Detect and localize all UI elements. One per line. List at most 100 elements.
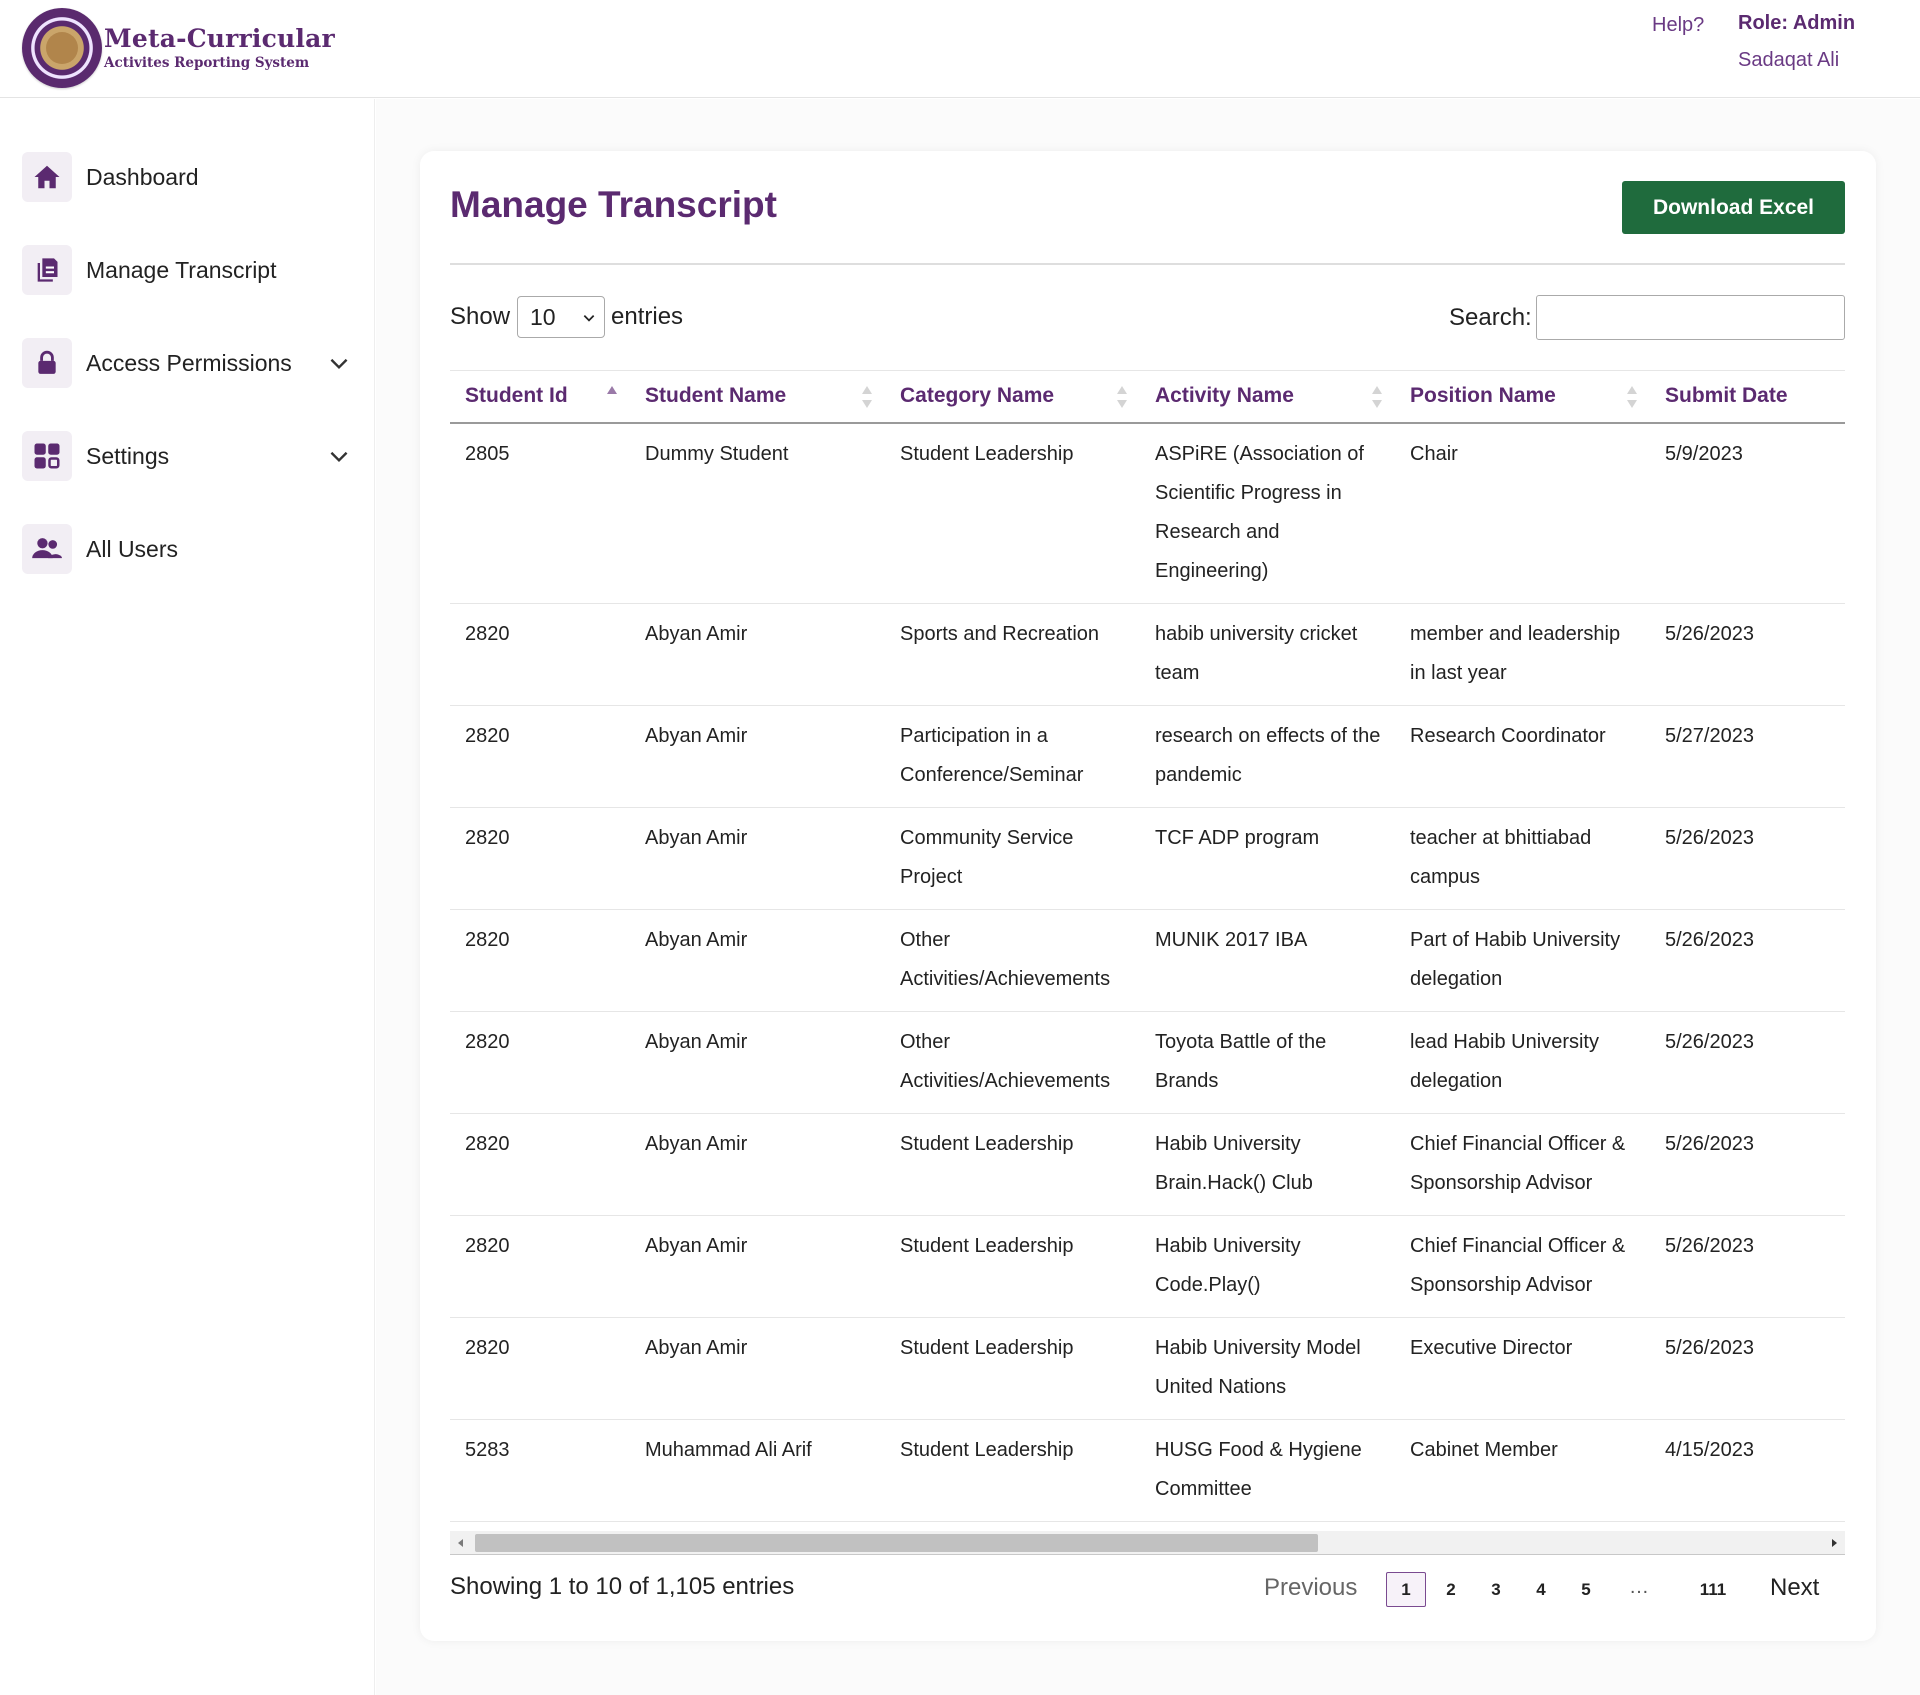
grid-icon — [22, 431, 72, 481]
category-name-cell: Other Activities/Achievements — [885, 909, 1140, 1012]
column-header-submit-date[interactable]: Submit Date — [1650, 370, 1845, 424]
column-header-category-name[interactable]: Category Name — [885, 370, 1140, 424]
student-id-cell: 2820 — [450, 705, 630, 808]
download-excel-button[interactable]: Download Excel — [1622, 181, 1845, 234]
activity-name-cell: habib university cricket team — [1140, 603, 1395, 706]
sidebar-item-manage-transcript[interactable]: Manage Transcript — [22, 244, 352, 296]
page-size-value: 10 — [530, 303, 556, 330]
student-name-cell: Abyan Amir — [630, 705, 885, 808]
table-row[interactable]: 2820 Abyan Amir Other Activities/Achieveme… — [450, 909, 1845, 1012]
position-name-cell: Executive Director — [1395, 1317, 1650, 1420]
submit-date-cell: 5/26/2023 — [1650, 807, 1845, 910]
scroll-left-icon[interactable] — [454, 1536, 468, 1550]
sidebar-item-label: Dashboard — [86, 163, 199, 190]
transcript-table-container: Student Id Student Name Category Name Ac… — [450, 370, 1845, 1524]
student-name-cell: Dummy Student — [630, 422, 885, 604]
document-icon — [22, 245, 72, 295]
sort-icon — [862, 386, 872, 408]
chevron-down-icon[interactable] — [326, 443, 352, 469]
search-label: Search: — [1449, 304, 1532, 331]
column-header-position-name[interactable]: Position Name — [1395, 370, 1650, 424]
submit-date-cell: 4/15/2023 — [1650, 1419, 1845, 1522]
student-name-cell: Abyan Amir — [630, 1215, 885, 1318]
pagination-page-1[interactable]: 1 — [1386, 1572, 1426, 1607]
sidebar-item-all-users[interactable]: All Users — [22, 523, 352, 575]
app-title: Meta-Curricular — [104, 24, 335, 53]
table-row[interactable]: 2805 Dummy Student Student Leadership ASPiR… — [450, 422, 1845, 604]
role-label: Role: Admin — [1738, 12, 1856, 34]
pagination-page-5[interactable]: 5 — [1566, 1572, 1606, 1607]
table-header-row: Student Id Student Name Category Name Ac… — [450, 370, 1845, 424]
position-name-cell: Chief Financial Officer & Sponsorship Ad… — [1395, 1113, 1650, 1216]
position-name-cell: member and leadership in last year — [1395, 603, 1650, 706]
category-name-cell: Student Leadership — [885, 1215, 1140, 1318]
activity-name-cell: HUSG Food & Hygiene Committee — [1140, 1419, 1395, 1522]
table-row[interactable]: 2820 Abyan Amir Student Leadership Habib Un… — [450, 1317, 1845, 1420]
student-id-cell: 2805 — [450, 422, 630, 604]
position-name-cell: Cabinet Member — [1395, 1419, 1650, 1522]
sidebar: Dashboard Manage Transcript Access Permi… — [0, 99, 375, 1695]
sort-icon — [607, 386, 617, 394]
student-name-cell: Abyan Amir — [630, 1317, 885, 1420]
table-row[interactable]: 2820 Abyan Amir Participation in a Confere… — [450, 705, 1845, 808]
student-id-cell: 2820 — [450, 1215, 630, 1318]
student-name-cell: Abyan Amir — [630, 1011, 885, 1114]
student-name-cell: Abyan Amir — [630, 603, 885, 706]
category-name-cell: Community Service Project — [885, 807, 1140, 910]
activity-name-cell: TCF ADP program — [1140, 807, 1395, 910]
activity-name-cell: MUNIK 2017 IBA — [1140, 909, 1395, 1012]
submit-date-cell: 5/26/2023 — [1650, 909, 1845, 1012]
pagination-page-3[interactable]: 3 — [1476, 1572, 1516, 1607]
brand-logo[interactable]: Meta-Curricular Activites Reporting Syst… — [22, 8, 335, 88]
pagination-page-last[interactable]: 111 — [1692, 1572, 1734, 1607]
category-name-cell: Student Leadership — [885, 1113, 1140, 1216]
column-header-student-name[interactable]: Student Name — [630, 370, 885, 424]
search-input[interactable] — [1536, 295, 1845, 340]
student-id-cell: 2820 — [450, 807, 630, 910]
category-name-cell: Student Leadership — [885, 1419, 1140, 1522]
horizontal-scrollbar[interactable] — [450, 1531, 1845, 1555]
page-size-select[interactable]: 10 — [517, 296, 605, 338]
submit-date-cell: 5/27/2023 — [1650, 705, 1845, 808]
pagination-page-2[interactable]: 2 — [1431, 1572, 1471, 1607]
table-row[interactable]: 2820 Abyan Amir Sports and Recreation habib… — [450, 603, 1845, 706]
user-name[interactable]: Sadaqat Ali — [1738, 49, 1839, 72]
pagination-next[interactable]: Next — [1770, 1574, 1819, 1602]
student-id-cell: 5283 — [450, 1419, 630, 1522]
column-header-student-id[interactable]: Student Id — [450, 370, 630, 424]
university-seal-icon — [22, 8, 102, 88]
table-row[interactable]: 5283 Muhammad Ali Arif Student Leadership H… — [450, 1419, 1845, 1522]
home-icon — [22, 152, 72, 202]
activity-name-cell: Toyota Battle of the Brands — [1140, 1011, 1395, 1114]
table-row[interactable]: 2820 Abyan Amir Student Leadership Habib Un… — [450, 1215, 1845, 1318]
category-name-cell: Student Leadership — [885, 1317, 1140, 1420]
position-name-cell: lead Habib University delegation — [1395, 1011, 1650, 1114]
sidebar-item-access-permissions[interactable]: Access Permissions — [22, 337, 352, 389]
student-name-cell: Abyan Amir — [630, 1113, 885, 1216]
position-name-cell: Part of Habib University delegation — [1395, 909, 1650, 1012]
sidebar-item-dashboard[interactable]: Dashboard — [22, 151, 352, 203]
column-header-activity-name[interactable]: Activity Name — [1140, 370, 1395, 424]
student-name-cell: Muhammad Ali Arif — [630, 1419, 885, 1522]
top-header: Meta-Curricular Activites Reporting Syst… — [0, 0, 1920, 98]
scroll-right-icon[interactable] — [1827, 1536, 1841, 1550]
submit-date-cell: 5/26/2023 — [1650, 1113, 1845, 1216]
chevron-down-icon[interactable] — [326, 350, 352, 376]
sidebar-item-label: Manage Transcript — [86, 256, 277, 283]
activity-name-cell: research on effects of the pandemic — [1140, 705, 1395, 808]
student-name-cell: Abyan Amir — [630, 909, 885, 1012]
pagination-ellipsis: … — [1629, 1576, 1652, 1598]
sort-icon — [1372, 386, 1382, 408]
pagination-page-4[interactable]: 4 — [1521, 1572, 1561, 1607]
scrollbar-thumb[interactable] — [475, 1534, 1318, 1552]
sidebar-item-settings[interactable]: Settings — [22, 430, 352, 482]
activity-name-cell: ASPiRE (Association of Scientific Progre… — [1140, 422, 1395, 604]
table-row[interactable]: 2820 Abyan Amir Student Leadership Habib Un… — [450, 1113, 1845, 1216]
help-link[interactable]: Help? — [1652, 14, 1704, 37]
divider — [450, 263, 1845, 265]
submit-date-cell: 5/26/2023 — [1650, 1317, 1845, 1420]
table-row[interactable]: 2820 Abyan Amir Other Activities/Achieveme… — [450, 1011, 1845, 1114]
pagination-previous[interactable]: Previous — [1264, 1574, 1357, 1602]
chevron-down-icon — [583, 315, 595, 322]
table-row[interactable]: 2820 Abyan Amir Community Service Project T… — [450, 807, 1845, 910]
